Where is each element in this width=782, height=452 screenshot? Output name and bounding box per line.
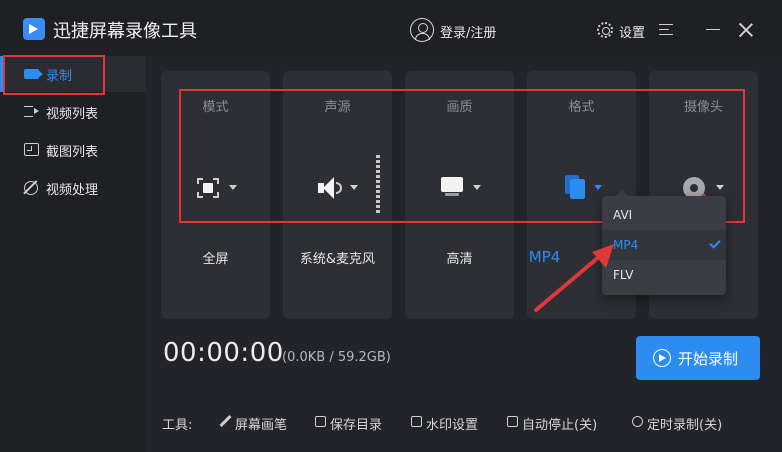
sidebar-item-video-list[interactable]: 视频列表: [0, 94, 146, 130]
card-value: 系统&麦克风: [299, 252, 376, 267]
app-title: 迅捷屏幕录像工具: [53, 21, 197, 42]
settings-link[interactable]: 设置: [619, 22, 645, 41]
pause-icon: [507, 416, 518, 427]
video-tools-icon: [21, 178, 41, 198]
card-title: 画质: [446, 100, 473, 115]
quality-card[interactable]: 画质 高清: [405, 71, 514, 319]
video-camera-icon: [24, 69, 43, 79]
card-title: 格式: [568, 100, 595, 115]
card-title: 摄像头: [683, 100, 723, 115]
card-title: 声源: [324, 100, 351, 115]
start-recording-button[interactable]: 开始录制: [636, 336, 760, 380]
menu-icon[interactable]: [659, 24, 673, 35]
chevron-down-icon[interactable]: [350, 185, 358, 190]
format-option-label: AVI: [613, 208, 633, 222]
sidebar-item-label: 截图列表: [46, 145, 99, 160]
title-bar: 迅捷屏幕录像工具 登录/注册 设置: [0, 0, 782, 56]
pen-icon: [220, 416, 231, 427]
speaker-icon: [318, 177, 344, 199]
annotation-arrow-icon: [534, 244, 614, 312]
watermark-icon: [411, 416, 422, 427]
sidebar: 录制 视频列表 截图列表 视频处理: [0, 56, 146, 452]
chevron-down-icon[interactable]: [229, 185, 237, 190]
minimize-icon[interactable]: [706, 29, 720, 30]
close-icon[interactable]: [738, 22, 754, 38]
format-option-mp4[interactable]: MP4: [602, 230, 726, 260]
tool-label: 定时录制(关): [647, 418, 723, 433]
card-value: 全屏: [202, 252, 229, 267]
format-option-avi[interactable]: AVI: [602, 200, 726, 230]
screenshot-list-icon: [24, 143, 39, 156]
video-list-icon: [24, 106, 39, 117]
mode-card[interactable]: 模式 全屏: [161, 71, 270, 319]
sidebar-item-label: 视频列表: [46, 107, 99, 122]
fullscreen-icon: [197, 178, 219, 198]
sidebar-item-label: 视频处理: [46, 183, 99, 198]
recording-timer: 00:00:00: [163, 338, 284, 368]
file-icon: [565, 175, 585, 199]
gear-icon[interactable]: [597, 22, 613, 38]
user-icon[interactable]: [410, 18, 434, 42]
file-size-readout: (0.0KB / 59.2GB): [282, 350, 391, 365]
tool-label: 水印设置: [426, 418, 479, 433]
chevron-down-icon[interactable]: [594, 185, 602, 190]
tool-label: 自动停止(关): [522, 418, 598, 433]
volume-meter: [376, 155, 380, 213]
format-dropdown-menu: AVI MP4 FLV: [602, 190, 726, 295]
tools-bar: 工具: 屏幕画笔 保存目录 水印设置 自动停止(关) 定时录制(关): [146, 405, 782, 441]
chevron-down-icon[interactable]: [716, 185, 724, 190]
card-title: 模式: [202, 100, 229, 115]
sidebar-item-record[interactable]: 录制: [0, 56, 146, 92]
check-icon: [709, 237, 721, 249]
sidebar-item-screenshot-list[interactable]: 截图列表: [0, 132, 146, 168]
clock-icon: [632, 416, 643, 427]
monitor-icon: [441, 177, 463, 197]
sidebar-item-label: 录制: [46, 69, 73, 84]
audio-source-card[interactable]: 声源 系统&麦克风: [283, 71, 392, 319]
tool-label: 屏幕画笔: [235, 418, 288, 433]
start-recording-label: 开始录制: [678, 350, 739, 368]
tools-label: 工具:: [162, 418, 193, 433]
tool-label: 保存目录: [330, 418, 383, 433]
sidebar-item-video-tools[interactable]: 视频处理: [0, 170, 146, 206]
login-register-link[interactable]: 登录/注册: [440, 22, 496, 41]
folder-icon: [315, 416, 326, 427]
app-logo-icon: [23, 18, 45, 40]
play-icon: [653, 349, 671, 367]
format-option-flv[interactable]: FLV: [602, 260, 726, 290]
chevron-down-icon[interactable]: [473, 185, 481, 190]
